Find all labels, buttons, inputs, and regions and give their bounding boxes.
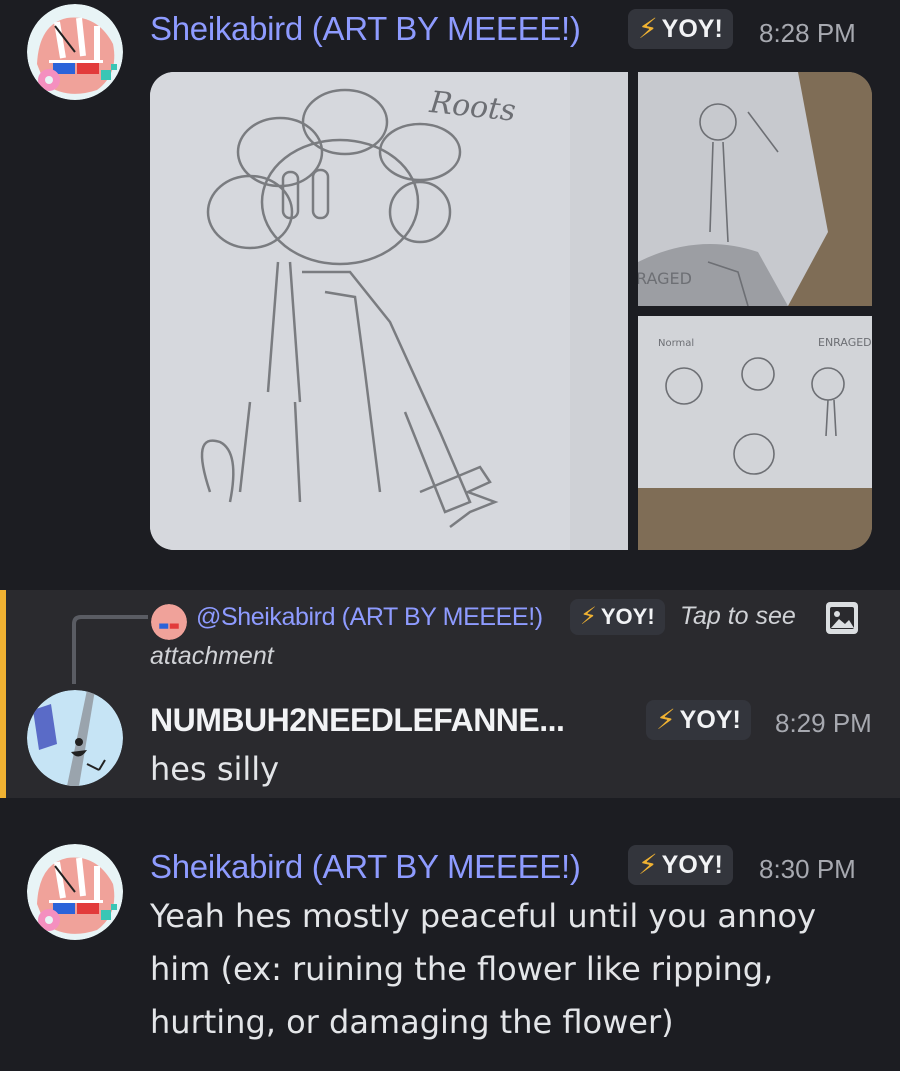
image-icon: [826, 602, 858, 634]
bolt-icon: ⚡: [638, 13, 658, 44]
role-badge[interactable]: ⚡ YOY!: [646, 700, 751, 740]
attachment-main-image[interactable]: Roots: [150, 72, 628, 550]
attachment-image-2[interactable]: RAGED: [638, 72, 872, 306]
avatar-sheikabird[interactable]: [27, 844, 123, 940]
reply-avatar[interactable]: [151, 604, 187, 640]
drawing-caption-2: RAGED: [638, 269, 692, 288]
message-text: hes silly: [150, 750, 280, 788]
badge-label: YOY!: [679, 706, 741, 734]
avatar-sheikabird[interactable]: [27, 4, 123, 100]
avatar-needle[interactable]: [27, 690, 123, 786]
timestamp: 8:30 PM: [759, 854, 856, 884]
bolt-icon: ⚡: [638, 849, 658, 880]
badge-label: YOY!: [661, 851, 723, 879]
attachment-image-3[interactable]: Normal ENRAGED: [638, 316, 872, 550]
role-badge[interactable]: ⚡ YOY!: [628, 845, 733, 885]
reply-tap-text-2[interactable]: attachment: [150, 642, 274, 671]
author-name[interactable]: NUMBUH2NEEDLEFANNE...: [150, 702, 565, 739]
badge-label: YOY!: [600, 604, 655, 629]
message-text: Yeah hes mostly peaceful until you annoy…: [150, 897, 817, 1041]
drawing-label-normal: Normal: [658, 338, 694, 349]
reply-role-badge[interactable]: ⚡ YOY!: [570, 599, 665, 635]
drawing-label-enraged: ENRAGED: [818, 336, 872, 349]
author-name[interactable]: Sheikabird (ART BY MEEEE!): [150, 10, 581, 48]
role-badge[interactable]: ⚡ YOY!: [628, 9, 733, 49]
badge-label: YOY!: [661, 15, 723, 43]
reply-tap-text[interactable]: Tap to see: [680, 602, 796, 631]
message-1: Sheikabird (ART BY MEEEE!) ⚡ YOY! 8:28 P…: [0, 0, 900, 580]
reply-mention[interactable]: @Sheikabird (ART BY MEEEE!): [196, 603, 543, 632]
timestamp: 8:28 PM: [759, 18, 856, 48]
message-2: @Sheikabird (ART BY MEEEE!) ⚡ YOY! Tap t…: [0, 590, 900, 798]
message-3: Sheikabird (ART BY MEEEE!) ⚡ YOY! 8:30 P…: [0, 840, 900, 1071]
bolt-icon: ⚡: [656, 704, 676, 735]
author-name[interactable]: Sheikabird (ART BY MEEEE!): [150, 848, 581, 886]
timestamp: 8:29 PM: [775, 708, 872, 738]
bolt-icon: ⚡: [580, 603, 597, 630]
reply-connector: [72, 615, 148, 684]
